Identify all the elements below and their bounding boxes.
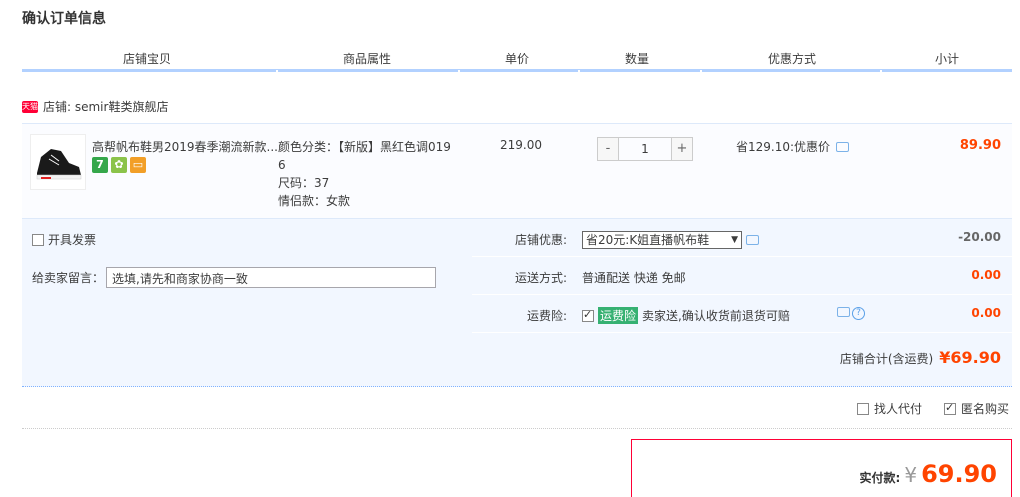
payment-amount: 69.90 [921, 460, 997, 488]
divider [22, 428, 1012, 429]
shop-total-amount: ¥69.90 [939, 348, 1001, 367]
insurance-tag: 运费险 [598, 307, 639, 324]
col-discount: 优惠方式 [767, 52, 816, 66]
currency-symbol: ¥ [904, 463, 918, 487]
shop-discount-select[interactable]: 省20元:K姐直播帆布鞋 [582, 231, 742, 249]
column-header: 店铺宝贝 商品属性 单价 数量 优惠方式 小计 [22, 46, 1012, 73]
anonymous-option[interactable]: 匿名购买 [943, 400, 1009, 417]
attr-size: 尺码：37 [278, 176, 330, 190]
order-item-row: 高帮帆布鞋男2019春季潮流新款... 7 ✿ ▭ 颜色分类：【新版】黑红色调0… [22, 123, 1012, 219]
panel-right: 店铺优惠: 省20元:K姐直播帆布鞋 -20.00 运送方式: 普通配送 快递 … [472, 219, 1012, 335]
payment-label: 实付款: [859, 471, 901, 485]
attr-color: 颜色分类：【新版】黑红色调019 [278, 140, 451, 154]
discount-method: 省129.10:优惠价 [736, 138, 850, 155]
qty-minus-button[interactable]: - [597, 137, 619, 161]
unit-price: 219.00 [500, 138, 542, 152]
anonymous-label: 匿名购买 [960, 402, 1009, 416]
seller-memo: 给卖家留言： 选填,请先和商家协商一致 [32, 267, 437, 288]
shop-discount-label: 店铺优惠: [514, 233, 567, 247]
shipping-row: 运送方式: 普通配送 快递 免邮 0.00 [472, 257, 1012, 295]
col-subtotal: 小计 [934, 52, 959, 66]
tmall-icon: 天猫 [22, 100, 38, 113]
shop-discount-amount: -20.00 [958, 230, 1001, 244]
col-attrs: 商品属性 [342, 52, 391, 66]
shop-line: 天猫 店铺: semir鞋类旗舰店 [22, 98, 168, 115]
panel-left: 开具发票 给卖家留言： 选填,请先和商家协商一致 [22, 219, 472, 335]
shop-total-label: 店铺合计(含运费) [839, 352, 934, 366]
qty-plus-button[interactable]: + [671, 137, 693, 161]
page-title: 确认订单信息 [22, 11, 106, 27]
anonymous-checkbox[interactable] [943, 401, 956, 415]
proxy-pay-option[interactable]: 找人代付 [856, 400, 922, 417]
insurance-label: 运费险: [526, 309, 567, 323]
insurance-value: 卖家送,确认收货前退货可赔 [642, 309, 790, 323]
insurance-row: 运费险: 运费险 卖家送,确认收货前退货可赔 ? 0.00 [472, 295, 1012, 333]
memo-label: 给卖家留言： [32, 271, 105, 285]
invoice-label: 开具发票 [48, 233, 97, 247]
credit-card-icon[interactable]: ▭ [130, 157, 146, 173]
shipping-label: 运送方式: [514, 271, 567, 285]
discount-text: 省129.10:优惠价 [736, 140, 831, 154]
seven-day-return-icon[interactable]: 7 [92, 157, 108, 173]
attr-style: 情侣款：女款 [278, 194, 351, 208]
proxy-pay-label: 找人代付 [873, 402, 922, 416]
proxy-pay-checkbox[interactable] [856, 402, 869, 415]
attr-color-cont: 6 [278, 158, 286, 172]
insurance-help: ? [837, 307, 865, 320]
insurance-checkbox[interactable] [582, 308, 594, 322]
qty-input[interactable]: 1 [619, 137, 671, 161]
insurance-amount: 0.00 [971, 306, 1001, 320]
guarantee-icon[interactable]: ✿ [111, 157, 127, 173]
col-price: 单价 [504, 52, 529, 66]
item-subtotal: 89.90 [959, 138, 1001, 153]
service-badges: 7 ✿ ▭ [92, 157, 146, 173]
shipping-value: 普通配送 快递 免邮 [582, 271, 686, 285]
invoice-checkbox[interactable] [32, 233, 44, 246]
col-shop-item: 店铺宝贝 [122, 52, 171, 66]
shop-discount-row: 店铺优惠: 省20元:K姐直播帆布鞋 -20.00 [472, 219, 1012, 257]
quantity-stepper: - 1 + [597, 137, 693, 161]
product-attributes: 颜色分类：【新版】黑红色调019 6 尺码：37 情侣款：女款 [278, 138, 468, 210]
message-icon[interactable] [837, 307, 850, 317]
col-qty: 数量 [624, 52, 649, 66]
message-icon[interactable] [836, 141, 850, 152]
payment-summary-box: 实付款: ¥ 69.90 [631, 439, 1012, 497]
product-title-link[interactable]: 高帮帆布鞋男2019春季潮流新款... [92, 138, 278, 155]
memo-input[interactable]: 选填,请先和商家协商一致 [106, 267, 437, 288]
shipping-amount: 0.00 [971, 268, 1001, 282]
message-icon[interactable] [746, 235, 759, 245]
payment-options: 找人代付 匿名购买 [856, 400, 1009, 417]
help-icon[interactable]: ? [852, 307, 865, 320]
product-thumbnail[interactable] [30, 134, 86, 190]
shop-total: 店铺合计(含运费) ¥69.90 [840, 348, 1001, 367]
order-options-panel: 开具发票 给卖家留言： 选填,请先和商家协商一致 店铺优惠: 省20元:K姐直播… [22, 219, 1012, 387]
shop-name-link[interactable]: 店铺: semir鞋类旗舰店 [43, 98, 168, 115]
invoice-option[interactable]: 开具发票 [32, 231, 96, 248]
